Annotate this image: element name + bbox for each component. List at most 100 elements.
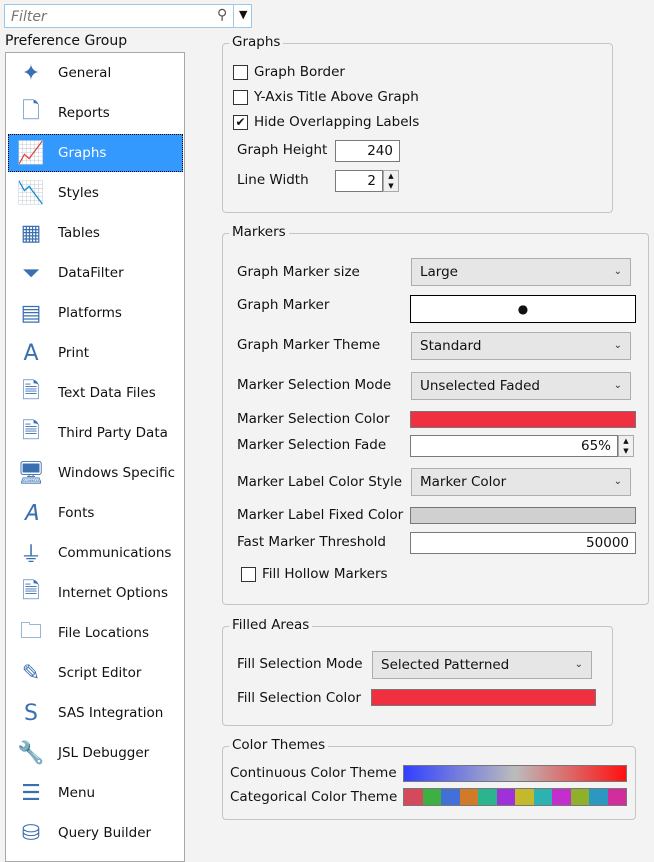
sidebar-item-file-locations[interactable]: 🗀 File Locations [8, 614, 183, 652]
sidebar-item-fonts[interactable]: 𝐴 Fonts [8, 494, 183, 532]
value: Selected Patterned [381, 657, 510, 673]
general-icon: ✦ [21, 60, 41, 86]
marker-size-label: Graph Marker size [237, 264, 360, 280]
marker-theme-label: Graph Marker Theme [237, 337, 381, 353]
fixed-color-swatch[interactable] [410, 507, 636, 524]
line-width-label: Line Width [237, 172, 309, 188]
categorical-color-9 [552, 789, 571, 805]
hide-overlapping-checkbox[interactable]: ✔ Hide Overlapping Labels [233, 114, 419, 130]
sidebar-item-platforms[interactable]: ▤ Platforms [8, 294, 183, 332]
filter-input[interactable] [9, 8, 213, 26]
sidebar-item-menu[interactable]: ☰ Menu [8, 774, 183, 812]
categorical-label: Categorical Color Theme [230, 789, 398, 805]
selection-mode-dropdown[interactable]: Unselected Faded ⌄ [411, 372, 631, 400]
group-title: Graphs [229, 34, 284, 50]
sidebar-item-third-party-data[interactable]: 🗎 Third Party Data [8, 414, 183, 452]
graph-height-input[interactable]: 240 [335, 140, 400, 162]
checkmark-icon: ✔ [233, 114, 248, 130]
sidebar-item-label: DataFilter [58, 265, 124, 281]
categorical-color-10 [570, 789, 589, 805]
line-width-stepper[interactable]: ▲ ▼ [383, 170, 399, 192]
filter-box[interactable]: ⚲ ▼ [4, 4, 252, 28]
sidebar-item-communications[interactable]: ⏚ Communications [8, 534, 183, 572]
chevron-down-icon: ⌄ [613, 476, 622, 487]
sidebar-item-label: Windows Specific [58, 465, 176, 481]
sidebar-item-internet-options[interactable]: 🗎 Internet Options [8, 574, 183, 612]
chevron-down-icon: ⌄ [613, 340, 622, 351]
wrench-icon: 🔧 [17, 740, 45, 766]
divider [233, 4, 234, 28]
group-title: Filled Areas [229, 617, 313, 633]
tables-icon: ▦ [20, 220, 42, 246]
value: Standard [420, 338, 482, 354]
sidebar-item-print[interactable]: A Print [8, 334, 183, 372]
label: Y-Axis Title Above Graph [254, 89, 419, 105]
categorical-color-12 [607, 789, 626, 805]
sidebar-item-label: Internet Options [58, 585, 168, 601]
sidebar-item-general[interactable]: ✦ General [8, 54, 183, 92]
graphs-icon: 📈 [17, 140, 45, 166]
sidebar-item-label: Print [58, 345, 90, 361]
selection-fade-stepper[interactable]: ▲ ▼ [618, 435, 634, 457]
graphs-group: Graphs Graph Border Y-Axis Title Above G… [222, 34, 613, 213]
continuous-theme-swatch[interactable] [403, 765, 627, 782]
label-style-dropdown[interactable]: Marker Color ⌄ [411, 468, 631, 496]
sidebar-item-graphs[interactable]: 📈 Graphs [8, 134, 183, 172]
sidebar-item-text-data-files[interactable]: 🗎 Text Data Files [8, 374, 183, 412]
menu-icon: ☰ [21, 780, 41, 806]
sidebar-item-datafilter[interactable]: ⏷ DataFilter [8, 254, 183, 292]
sidebar-item-reports[interactable]: 🗋 Reports [8, 94, 183, 132]
monitor-icon: 🖥 [17, 460, 45, 486]
marker-theme-dropdown[interactable]: Standard ⌄ [411, 332, 631, 360]
sidebar-item-jsl-debugger[interactable]: 🔧 JSL Debugger [8, 734, 183, 772]
folder-icon: 🗀 [19, 619, 42, 644]
selection-fade-input[interactable]: 65% [410, 435, 618, 457]
sidebar-item-sas-integration[interactable]: S SAS Integration [8, 694, 183, 732]
sidebar-item-styles[interactable]: 📉 Styles [8, 174, 183, 212]
chevron-down-icon[interactable]: ▼ [239, 8, 247, 21]
categorical-color-4 [459, 789, 478, 805]
sidebar-item-label: Menu [58, 785, 96, 801]
graph-marker-label: Graph Marker [237, 297, 330, 313]
selection-color-label: Marker Selection Color [237, 411, 390, 427]
preference-group-list[interactable]: ✦ General 🗋 Reports 📈 Graphs 📉 Styles ▦ Tables ⏷ Da… [5, 52, 185, 862]
chevron-down-icon: ⌄ [613, 266, 622, 277]
sidebar-item-script-editor[interactable]: ✎ Script Editor [8, 654, 183, 692]
funnel-icon: ⏷ [22, 260, 40, 286]
fill-color-swatch[interactable] [371, 689, 596, 706]
fill-hollow-checkbox[interactable]: Fill Hollow Markers [241, 566, 388, 582]
plug-icon: ⏚ [19, 543, 42, 568]
sidebar-item-label: Query Builder [58, 825, 152, 841]
sidebar-item-label: Text Data Files [58, 385, 156, 401]
line-width-input[interactable]: 2 [335, 170, 383, 192]
txt-file-icon: 🗎 [22, 579, 40, 604]
categorical-color-11 [589, 789, 608, 805]
fill-mode-dropdown[interactable]: Selected Patterned ⌄ [372, 651, 592, 679]
threshold-input[interactable]: 50000 [410, 532, 636, 554]
markers-group: Markers Graph Marker size Large ⌄ Graph M… [222, 224, 649, 605]
marker-size-dropdown[interactable]: Large ⌄ [411, 258, 631, 286]
fill-color-label: Fill Selection Color [237, 690, 362, 706]
categorical-color-3 [441, 789, 460, 805]
categorical-color-7 [515, 789, 534, 805]
graph-marker-picker[interactable]: ● [410, 295, 636, 323]
txt-file-icon: 🗎 [22, 379, 40, 404]
search-icon[interactable]: ⚲ [217, 7, 227, 23]
selection-fade-label: Marker Selection Fade [237, 437, 387, 453]
sidebar-item-windows-specific[interactable]: 🖥 Windows Specific [8, 454, 183, 492]
sidebar-item-label: Fonts [58, 505, 95, 521]
sidebar-item-label: SAS Integration [58, 705, 164, 721]
styles-icon: 📉 [17, 180, 45, 206]
platforms-icon: ▤ [20, 300, 42, 326]
graph-border-checkbox[interactable]: Graph Border [233, 64, 345, 80]
sidebar-item-tables[interactable]: ▦ Tables [8, 214, 183, 252]
selection-color-swatch[interactable] [410, 411, 636, 428]
label: Fill Hollow Markers [262, 566, 388, 582]
categorical-color-6 [496, 789, 515, 805]
categorical-theme-swatch[interactable] [403, 788, 627, 806]
y-axis-title-checkbox[interactable]: Y-Axis Title Above Graph [233, 89, 419, 105]
chevron-down-icon: ⌄ [613, 380, 622, 391]
txt-file-icon: 🗎 [22, 419, 40, 444]
sidebar-item-query-builder[interactable]: ⛁ Query Builder [8, 814, 183, 852]
threshold-label: Fast Marker Threshold [237, 534, 386, 550]
